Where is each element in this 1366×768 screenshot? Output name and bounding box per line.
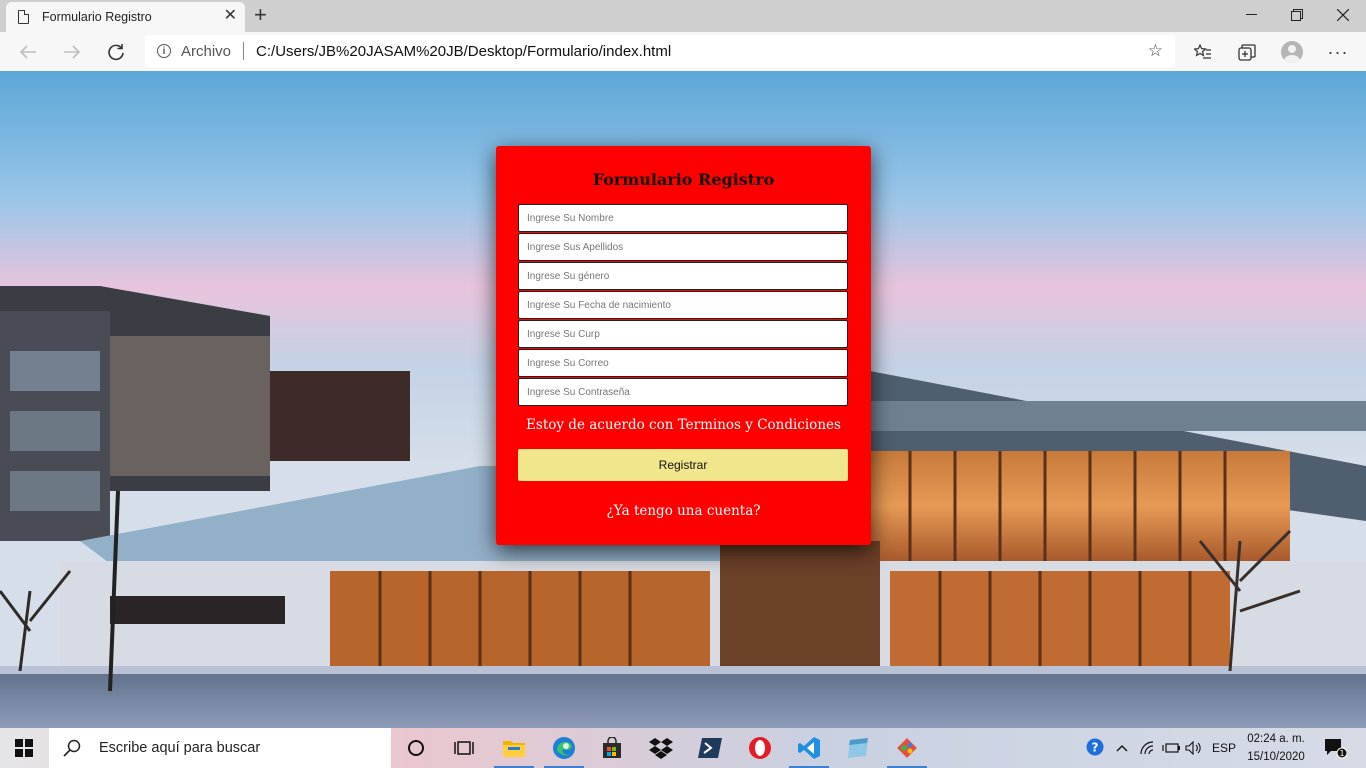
action-center-button[interactable]: 1 [1318,728,1352,768]
address-bar[interactable]: i Archivo C:/Users/JB%20JASAM%20JB/Deskt… [145,35,1175,67]
help-tray-button[interactable]: ? [1084,728,1108,768]
avatar [1281,41,1303,63]
forward-arrow-icon [64,45,81,59]
terms-prefix: Estoy de acuerdo con [526,417,678,433]
refresh-button[interactable] [104,40,128,64]
clock-date: 15/10/2020 [1247,751,1305,763]
favorites-button[interactable] [1190,39,1216,65]
page-viewport: Formulario Registro Estoy de acuerdo con… [0,71,1366,728]
registration-card: Formulario Registro Estoy de acuerdo con… [496,146,871,545]
close-icon [1337,9,1349,21]
back-button[interactable] [16,40,40,64]
dropbox-button[interactable] [637,728,685,768]
restore-button[interactable] [1274,0,1320,30]
show-hidden-icons-button[interactable] [1112,728,1132,768]
opera-button[interactable] [736,728,784,768]
refresh-icon [108,44,124,61]
curp-input[interactable] [518,320,848,348]
url-text[interactable]: C:/Users/JB%20JASAM%20JB/Desktop/Formula… [256,43,671,60]
clock-time: 02:24 a. m. [1247,733,1305,745]
login-link[interactable]: ¿Ya tengo una cuenta? [496,503,871,519]
taskbar-search[interactable]: Escribe aquí para buscar [49,728,391,768]
system-clock[interactable]: 02:24 a. m. 15/10/2020 [1240,730,1312,766]
battery-tray-button[interactable] [1160,728,1182,768]
help-icon: ? [1086,738,1104,756]
powershell-icon [698,738,722,758]
vscode-button[interactable] [785,728,833,768]
notification-count: 1 [1339,749,1344,758]
vscode-icon [798,737,820,759]
notification-icon: 1 [1325,739,1347,759]
powershell-button[interactable] [686,728,734,768]
nombre-input[interactable] [518,204,848,232]
svg-text:?: ? [1092,741,1099,755]
genero-input[interactable] [518,262,848,290]
task-view-icon [454,741,474,755]
back-arrow-icon [19,45,36,59]
tab-title: Formulario Registro [42,10,152,24]
terms-text: Estoy de acuerdo con Terminos y Condicio… [496,417,871,433]
contrasena-input[interactable] [518,378,848,406]
search-icon [61,739,83,757]
task-view-button[interactable] [440,728,488,768]
forward-button[interactable] [60,40,84,64]
store-bag-icon [603,737,621,758]
page-icon [18,10,29,24]
cortana-button[interactable] [392,728,440,768]
git-icon [897,738,917,758]
battery-icon [1162,743,1180,753]
registrar-button[interactable]: Registrar [518,449,848,481]
info-icon[interactable]: i [157,44,171,58]
network-tray-button[interactable] [1138,728,1158,768]
file-explorer-button[interactable] [490,728,538,768]
fecha-nacimiento-input[interactable] [518,291,848,319]
favorite-star-icon[interactable]: ☆ [1148,41,1163,61]
favorites-list-icon [1194,44,1211,59]
minimize-icon [1245,14,1257,15]
speaker-icon [1185,741,1201,755]
apellidos-input[interactable] [518,233,848,261]
notepad-button[interactable] [834,728,882,768]
minimize-button[interactable] [1228,0,1274,30]
language-indicator[interactable]: ESP [1210,728,1238,768]
browser-tab-strip: Formulario Registro ✕ + [0,0,1366,32]
start-button[interactable] [0,728,48,768]
more-dots-icon: ··· [1327,41,1349,62]
close-tab-icon[interactable]: ✕ [224,8,237,24]
collections-icon [1238,43,1256,61]
cortana-circle-icon [408,740,424,756]
restore-icon [1291,9,1303,21]
git-button[interactable] [883,728,931,768]
store-button[interactable] [588,728,636,768]
volume-tray-button[interactable] [1184,728,1204,768]
chevron-up-icon [1116,745,1128,752]
search-placeholder: Escribe aquí para buscar [99,740,261,756]
terms-link[interactable]: Terminos y Condiciones [678,417,841,433]
edge-button[interactable] [540,728,588,768]
close-window-button[interactable] [1320,0,1366,30]
edge-icon [553,737,575,759]
address-toolbar: i Archivo C:/Users/JB%20JASAM%20JB/Deskt… [0,32,1366,72]
form-title: Formulario Registro [592,170,775,189]
address-scheme-label: Archivo [181,42,232,60]
opera-icon [749,737,771,759]
new-tab-button[interactable]: + [254,3,267,27]
notepad-icon [848,738,868,758]
browser-tab[interactable]: Formulario Registro ✕ [6,2,245,32]
folder-icon [503,741,525,757]
dropbox-icon [649,738,673,759]
windows-logo-icon [15,739,33,757]
collections-button[interactable] [1234,39,1260,65]
settings-more-button[interactable]: ··· [1325,39,1351,65]
profile-button[interactable] [1279,39,1305,65]
wifi-icon [1140,741,1154,755]
correo-input[interactable] [518,349,848,377]
address-divider [243,42,245,60]
windows-taskbar: Escribe aquí para buscar ? ESP 02:24 a. … [0,728,1366,768]
